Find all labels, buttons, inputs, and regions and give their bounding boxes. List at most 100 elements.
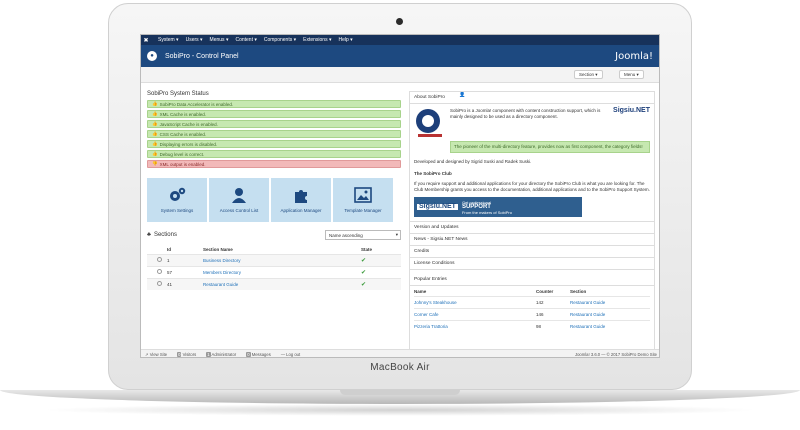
panel-news[interactable]: News - Sigsiu.NET News [410,234,654,246]
user-icon [232,188,246,203]
laptop-frame: MacBook Air ✖ System ▾ Users ▾ Menus ▾ C… [0,0,800,430]
club-text: If you require support and additional ap… [414,181,650,192]
row-radio[interactable] [157,257,162,262]
table-row: 1 Business Directory ✔ [147,253,401,266]
row-id: 1 [167,253,203,266]
row-name-link[interactable]: Restaurant Guide [203,277,361,290]
joomla-brand: Joomla! [615,50,653,62]
check-icon[interactable]: ✔ [361,265,401,278]
image-icon [354,187,372,203]
entry-link[interactable]: Pizzeria Trattoria [414,319,536,332]
about-text: SobiPro is a Joomla! component with cont… [450,108,601,119]
administrator-link[interactable]: 1 Administrator [206,352,236,357]
status-bar: ↗ View Site 0 Visitors 1 Administrator 0… [141,349,659,357]
menu-components[interactable]: Components ▾ [264,37,296,43]
top-navbar: ✖ System ▾ Users ▾ Menus ▾ Content ▾ Com… [141,35,659,353]
joomla-icon[interactable]: ✖ [141,37,151,44]
sobipro-icon: ● [147,51,157,61]
status-list: 👍 SobiPro Data Accelerator is enabled. 👍… [147,100,401,168]
banner-logo: Sigsiu.NET [417,203,458,210]
entry-link[interactable]: Corner Cafe [414,307,536,320]
status-item: 👍 CSS Cache is enabled. [147,130,401,138]
status-item: 👍 Displaying errors is disabled. [147,140,401,148]
section-dropdown-button[interactable]: Section ▾ [574,70,603,79]
status-item: 👍 XML Cache is enabled. [147,110,401,118]
col-state[interactable]: State [361,245,401,254]
about-header[interactable]: About SobiPro [410,92,654,104]
row-id: 41 [167,277,203,290]
col-counter: Counter [536,288,554,294]
menu-dropdown-button[interactable]: Menu ▾ [619,70,644,79]
tile-system-settings[interactable]: System Settings [147,178,207,222]
entry-counter: 98 [536,319,570,332]
tile-label: Application Manager [280,208,322,213]
screen: ✖ System ▾ Users ▾ Menus ▾ Content ▾ Com… [140,34,660,358]
status-item: 👍 Debug level is correct. [147,150,401,158]
menu-help[interactable]: Help ▾ [338,37,352,43]
messages-link[interactable]: 0 Messages [246,352,271,357]
sigsiu-logo: Sigsiu.NET [613,107,650,114]
col-name[interactable]: Section Name [203,245,361,254]
menu-users[interactable]: Users ▾ [186,37,203,43]
sobipro-logo-icon [416,109,442,137]
table-row: Johnny's Steakhouse 142 Restaurant Guide [414,295,650,308]
panel-credits[interactable]: Credits [410,246,654,258]
entry-counter: 146 [536,307,570,320]
status-item-error: 👎 XML output is enabled. [147,160,401,168]
support-banner[interactable]: Sigsiu.NET Get professional SUPPORT From… [414,197,582,217]
table-row: Pizzeria Trattoria 98 Restaurant Guide [414,319,650,332]
toolbar: Section ▾ Menu ▾ [141,67,659,83]
row-name-link[interactable]: Members Directory [203,265,361,278]
table-row: 41 Restaurant Guide ✔ [147,277,401,290]
view-site-link[interactable]: ↗ View Site [145,352,167,357]
check-icon[interactable]: ✔ [361,277,401,290]
col-id[interactable]: Id [167,245,203,254]
entry-link[interactable]: Johnny's Steakhouse [414,295,536,308]
status-item: 👍 SobiPro Data Accelerator is enabled. [147,100,401,108]
entry-section-link[interactable]: Restaurant Guide [570,295,650,308]
panel-license[interactable]: License Conditions [410,258,654,270]
left-column: SobiPro System Status 👍 SobiPro Data Acc… [147,91,401,353]
club-title: The SobiPro Club [414,171,452,176]
entry-section-link[interactable]: Restaurant Guide [570,319,650,332]
sort-select[interactable]: Name ascending ▾ [325,230,401,240]
row-id: 57 [167,265,203,278]
col-select [147,245,167,254]
status-title: SobiPro System Status [147,91,209,97]
sections-header: ♣ Sections Name ascending ▾ [147,230,401,240]
tile-label: System Settings [160,208,194,213]
tile-template-manager[interactable]: Template Manager [333,178,393,222]
tile-label: Template Manager [344,208,382,213]
laptop-shadow [40,404,760,416]
tile-access-control[interactable]: Access Control List [209,178,269,222]
laptop-notch [340,390,460,395]
row-radio[interactable] [157,269,162,274]
table-row: Corner Cafe 146 Restaurant Guide [414,307,650,320]
about-note: The pioneer of the multi-directory featu… [450,141,650,153]
tile-label: Access Control List [219,208,259,213]
visitors-link[interactable]: 0 Visitors [177,352,196,357]
panel-version[interactable]: Version and Updates [410,221,654,234]
device-brand: MacBook Air [370,362,430,373]
footer-copyright: Joomla! 3.6.0 — © 2017 SobiPro Demo Site [575,352,657,357]
entry-section-link[interactable]: Restaurant Guide [570,307,650,320]
menu-menus[interactable]: Menus ▾ [210,37,229,43]
logout-link[interactable]: — Log out [281,352,300,357]
col-section: Section [570,288,587,294]
col-entry-name: Name [414,288,427,294]
menu-extensions[interactable]: Extensions ▾ [303,37,331,43]
tile-application-manager[interactable]: Application Manager [271,178,331,222]
popular-table: Name Counter Section Johnny's Steakhouse… [414,287,650,332]
page-title: SobiPro - Control Panel [165,52,239,60]
camera-icon [396,18,403,25]
row-name-link[interactable]: Business Directory [203,253,361,266]
page-header: ● SobiPro - Control Panel Joomla! [141,45,659,67]
about-credits: Developed and designed by Sigrid Suski a… [414,159,532,164]
menu-content[interactable]: Content ▾ [235,37,256,43]
row-radio[interactable] [157,281,162,287]
status-item: 👍 JavaScript Cache is enabled. [147,120,401,128]
check-icon[interactable]: ✔ [361,253,401,266]
popular-title[interactable]: Popular Entries [410,274,654,286]
banner-text: Get professional SUPPORT From the makers… [461,199,512,215]
menu-system[interactable]: System ▾ [158,37,179,43]
